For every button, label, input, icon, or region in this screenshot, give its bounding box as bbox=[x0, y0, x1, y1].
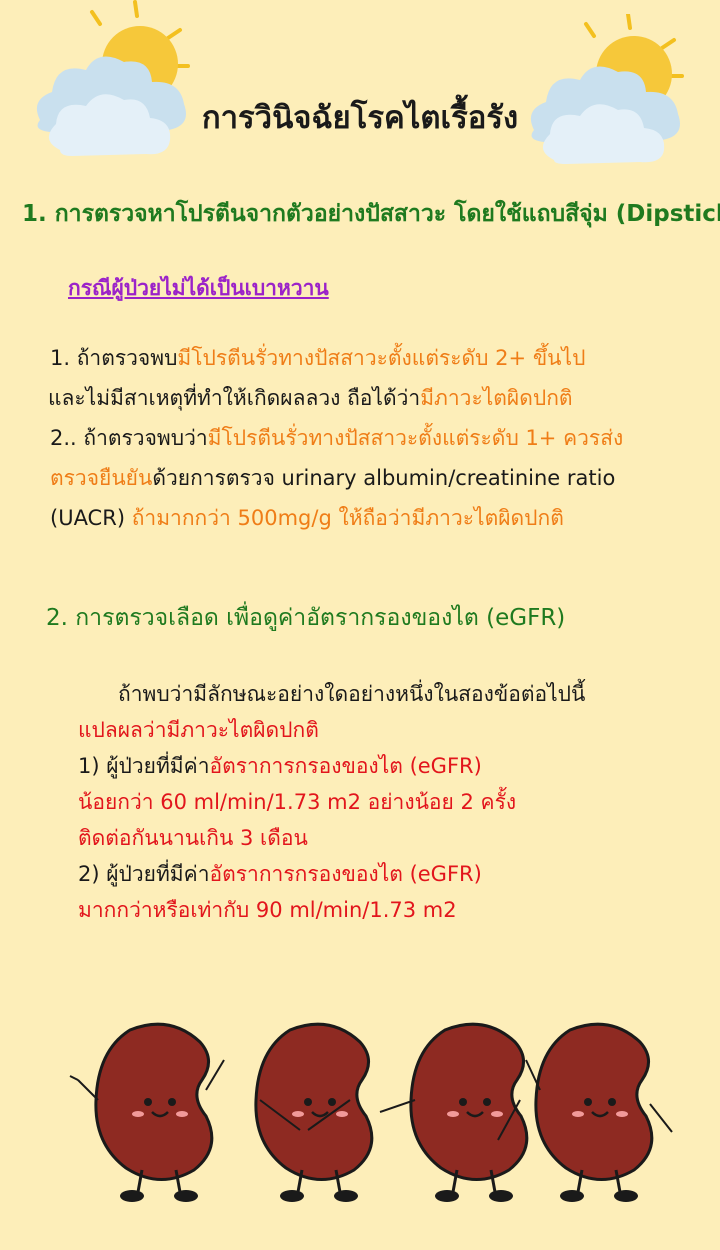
kidney-character-icon bbox=[69, 1022, 225, 1204]
kidney-character-icon bbox=[379, 1022, 529, 1204]
kidney-character-icon bbox=[525, 1022, 673, 1204]
item2-mid: ด้วยการตรวจ urinary albumin/creatinine r… bbox=[152, 466, 616, 490]
item2-prefix: 2.. ถ้าตรวจพบว่า bbox=[50, 426, 208, 450]
item1-line2: และไม่มีสาเหตุที่ทำให้เกิดผลลวง ถือได้ว่… bbox=[48, 386, 421, 410]
criterion1-highlight: อัตราการกรองของไต (eGFR) bbox=[209, 754, 482, 778]
criterion1-line2: น้อยกว่า 60 ml/min/1.73 m2 อย่างน้อย 2 ค… bbox=[78, 790, 517, 814]
section2-interpret: แปลผลว่ามีภาวะไตผิดปกติ bbox=[78, 718, 319, 742]
item2-highlight2: ตรวจยืนยัน bbox=[50, 466, 153, 490]
item1-line2-highlight: มีภาวะไตผิดปกติ bbox=[420, 386, 573, 410]
criterion2-prefix: 2) ผู้ป่วยที่มีค่า bbox=[78, 862, 210, 886]
section2-heading: 2. การตรวจเลือด เพื่อดูค่าอัตรากรองของไต… bbox=[46, 605, 566, 631]
section1-item2: 2.. ถ้าตรวจพบว่ามีโปรตีนรั่วทางปัสสาวะตั… bbox=[50, 418, 690, 538]
section1-heading: 1. การตรวจหาโปรตีนจากตัวอย่างปัสสาวะ โดย… bbox=[22, 201, 720, 227]
section1-subheading: กรณีผู้ป่วยไม่ได้เป็นเบาหวาน bbox=[68, 276, 329, 300]
item2-line3-highlight: ถ้ามากกว่า 500mg/g ให้ถือว่ามีภาวะไตผิดป… bbox=[131, 506, 564, 530]
page-title: การวินิจฉัยโรคไตเรื้อรัง bbox=[201, 100, 519, 136]
criterion2-highlight: อัตราการกรองของไต (eGFR) bbox=[209, 862, 482, 886]
criterion1-line3: ติดต่อกันนานเกิน 3 เดือน bbox=[78, 826, 308, 850]
kidney-characters bbox=[69, 1022, 673, 1204]
item2-line3: (UACR) bbox=[50, 506, 132, 530]
kidney-character-icon bbox=[254, 1022, 374, 1204]
item2-highlight1: มีโปรตีนรั่วทางปัสสาวะตั้งแต่ระดับ 1+ คว… bbox=[207, 426, 624, 450]
item1-highlight: มีโปรตีนรั่วทางปัสสาวะตั้งแต่ระดับ 2+ ขึ… bbox=[177, 346, 586, 370]
criterion2-line2: มากกว่าหรือเท่ากับ 90 ml/min/1.73 m2 bbox=[78, 898, 457, 922]
section1-item1: 1. ถ้าตรวจพบมีโปรตีนรั่วทางปัสสาวะตั้งแต… bbox=[48, 338, 690, 418]
section2-intro: ถ้าพบว่ามีลักษณะอย่างใดอย่างหนึ่งในสองข้… bbox=[118, 682, 586, 706]
item1-prefix: 1. ถ้าตรวจพบ bbox=[50, 346, 178, 370]
criterion1-prefix: 1) ผู้ป่วยที่มีค่า bbox=[78, 754, 210, 778]
section2-body: ถ้าพบว่ามีลักษณะอย่างใดอย่างหนึ่งในสองข้… bbox=[78, 676, 678, 928]
